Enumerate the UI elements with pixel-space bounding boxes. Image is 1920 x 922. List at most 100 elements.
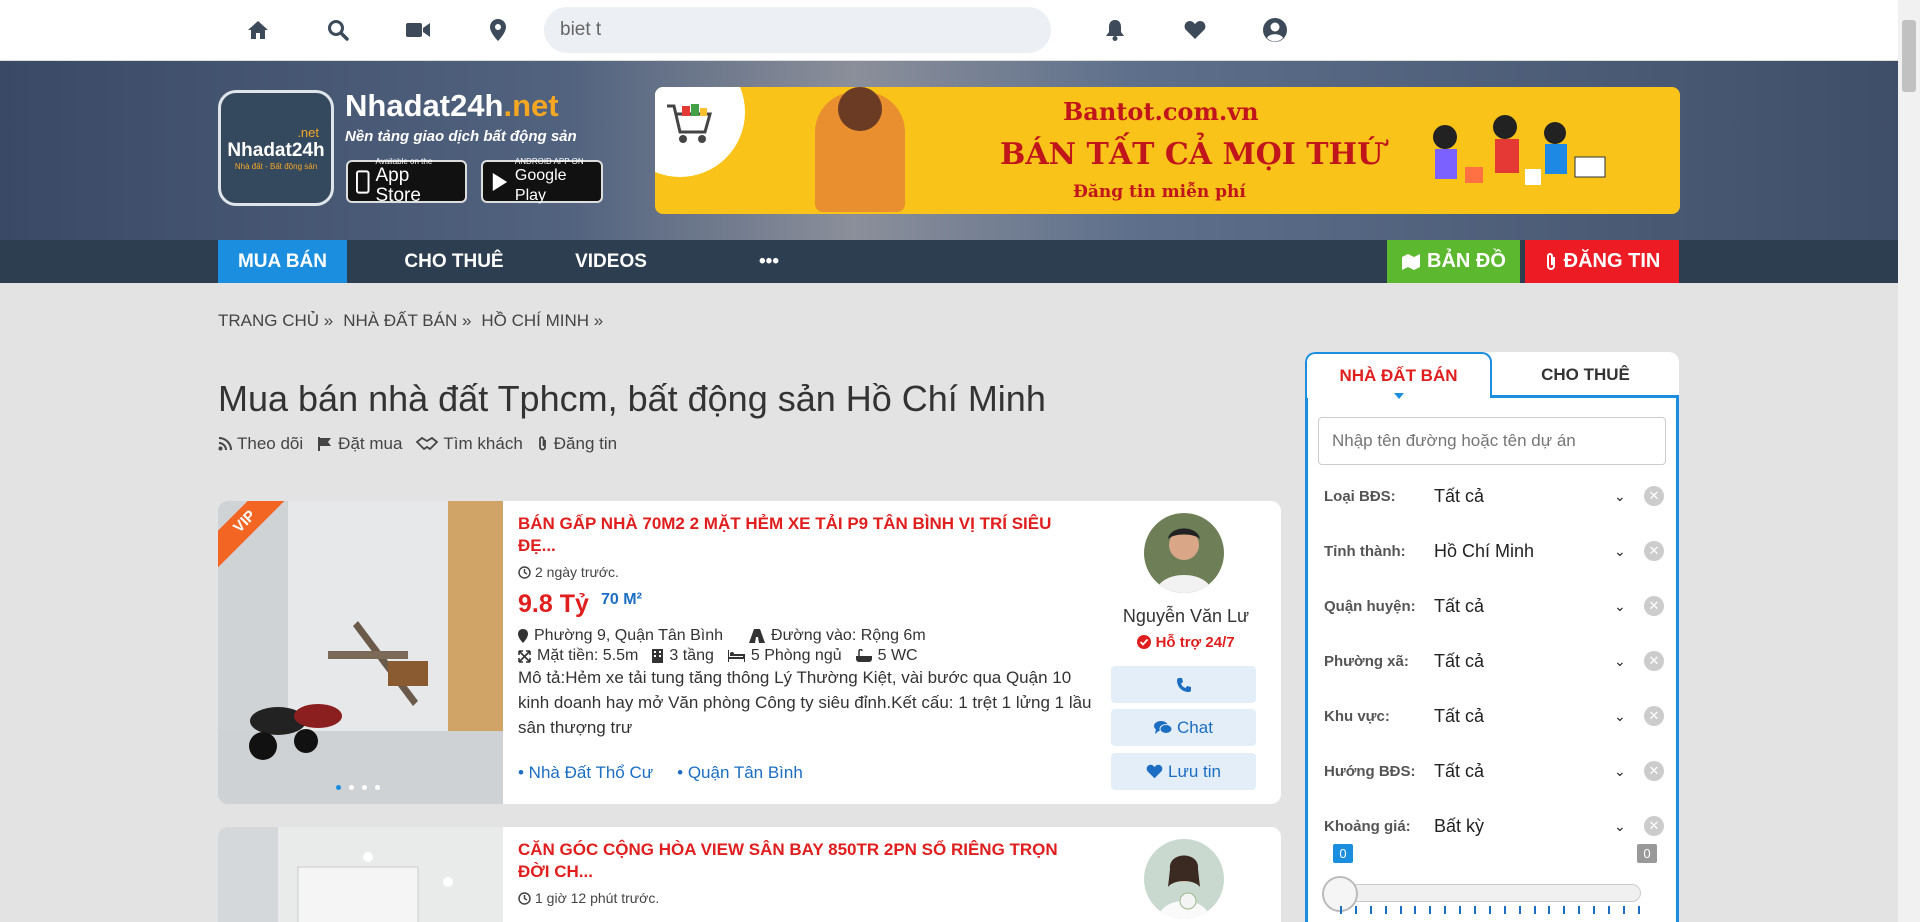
find-client-action[interactable]: Tìm khách [416, 434, 523, 454]
listing-road: Đường vào: Rộng 6m [749, 627, 926, 645]
filter-direction[interactable]: Hướng BĐS: Tất cả ⌄ ✕ [1324, 756, 1664, 786]
filter-province[interactable]: Tỉnh thành: Hồ Chí Minh ⌄ ✕ [1324, 536, 1664, 566]
tab-cho-thue[interactable]: CHO THUÊ [1492, 352, 1679, 398]
agent-avatar[interactable] [1144, 513, 1224, 593]
banner-line1: Bantot.com.vn [1063, 97, 1259, 126]
clear-icon[interactable]: ✕ [1644, 651, 1664, 671]
post-action[interactable]: Đăng tin [537, 434, 617, 454]
nav-videos[interactable]: VIDEOS [557, 240, 665, 283]
filter-ward[interactable]: Phường xã: Tất cả ⌄ ✕ [1324, 646, 1664, 676]
map-button[interactable]: BẢN ĐỒ [1387, 240, 1520, 283]
crumb-nha-dat-ban[interactable]: NHÀ ĐẤT BÁN » [343, 311, 471, 331]
search-icon[interactable] [325, 17, 351, 43]
listing-area: 70 M² [601, 591, 642, 608]
range-min-label: 0 [1333, 844, 1353, 863]
filter-price-range[interactable]: Khoảng giá: Bất kỳ ⌄ ✕ [1324, 811, 1664, 841]
filter-district[interactable]: Quận huyện: Tất cả ⌄ ✕ [1324, 591, 1664, 621]
chevron-down-icon: ⌄ [1614, 652, 1626, 669]
save-listing-button[interactable]: Lưu tin [1111, 753, 1256, 790]
map-marker-icon [518, 629, 528, 643]
video-icon[interactable] [405, 17, 431, 43]
price-slider[interactable] [1322, 876, 1641, 912]
nav-more[interactable]: ••• [745, 240, 793, 283]
appstore-button[interactable]: Available on the App Store [346, 157, 467, 206]
clear-icon[interactable]: ✕ [1644, 816, 1664, 836]
listing-title[interactable]: CĂN GÓC CỘNG HÒA VIEW SÂN BAY 850TR 2PN … [518, 839, 1088, 883]
listing-location: Phường 9, Quận Tân Bình [518, 627, 723, 645]
chat-icon [1154, 721, 1173, 734]
logo-net: .net [297, 125, 319, 140]
rss-icon [218, 437, 232, 451]
page-title: Mua bán nhà đất Tphcm, bất động sản Hồ C… [218, 378, 1046, 419]
tab-nha-dat-ban[interactable]: NHÀ ĐẤT BÁN [1305, 352, 1492, 398]
listing-meta-row2: Mặt tiền: 5.5m 3 tầng 5 Phòng ngủ 5 WC [518, 647, 918, 665]
listing-floors: 3 tầng [652, 647, 714, 665]
follow-action[interactable]: Theo dõi [218, 434, 303, 454]
nav-cho-thue[interactable]: CHO THUÊ [385, 240, 523, 283]
home-icon[interactable] [245, 17, 271, 43]
clear-icon[interactable]: ✕ [1644, 706, 1664, 726]
crumb-ho-chi-minh[interactable]: HỒ CHÍ MINH » [481, 311, 603, 331]
banner-line3: Đăng tin miễn phí [1073, 182, 1246, 202]
filter-property-type[interactable]: Loại BĐS: Tất cả ⌄ ✕ [1324, 481, 1664, 511]
clock-icon [518, 565, 531, 579]
chevron-down-icon: ⌄ [1614, 597, 1626, 614]
support-badge: Hỗ trợ 24/7 [1098, 634, 1274, 651]
chevron-down-icon: ⌄ [1614, 762, 1626, 779]
play-icon [492, 172, 508, 191]
shopping-cart-icon [667, 104, 712, 143]
nav-mua-ban[interactable]: MUA BÁN [218, 240, 347, 283]
logo-name: Nhadat24h [227, 140, 325, 161]
page-scrollbar[interactable] [1898, 0, 1920, 922]
listing-frontage: Mặt tiền: 5.5m [518, 647, 638, 665]
agent-name[interactable]: Nguyễn Văn Lư [1098, 606, 1274, 627]
flag-icon [318, 437, 332, 451]
listing-tags: • Nhà Đất Thổ Cư • Quận Tân Bình [518, 763, 803, 783]
filter-panel: NHÀ ĐẤT BÁN CHO THUÊ Loại BĐS:Tất cả ⌄✕ … [1305, 352, 1679, 922]
user-icon[interactable] [1262, 17, 1288, 43]
range-max-label: 0 [1637, 844, 1657, 863]
scrollbar-thumb[interactable] [1902, 20, 1916, 92]
clear-icon[interactable]: ✕ [1644, 486, 1664, 506]
clock-icon [518, 891, 531, 905]
clear-icon[interactable]: ✕ [1644, 596, 1664, 616]
listing-wc: 5 WC [855, 647, 918, 665]
logo-tagline: Nhà đất - Bất động sản [234, 162, 318, 171]
paperclip-icon [538, 436, 546, 451]
clear-icon[interactable]: ✕ [1644, 761, 1664, 781]
order-action[interactable]: Đặt mua [317, 434, 402, 454]
listing-bedrooms: 5 Phòng ngủ [727, 647, 842, 665]
bed-icon [727, 650, 745, 662]
banner-model-head [838, 87, 882, 131]
listing-photo[interactable]: VIP [218, 501, 503, 804]
listing-card[interactable]: CĂN GÓC CỘNG HÒA VIEW SÂN BAY 850TR 2PN … [218, 827, 1281, 922]
filter-area[interactable]: Khu vực: Tất cả ⌄ ✕ [1324, 701, 1664, 731]
call-button[interactable] [1111, 666, 1256, 703]
clear-icon[interactable]: ✕ [1644, 541, 1664, 561]
search-input[interactable] [544, 7, 1051, 53]
crumb-home[interactable]: TRANG CHỦ » [218, 311, 333, 331]
street-project-search[interactable] [1318, 417, 1666, 465]
banner-line2: BÁN TẤT CẢ MỌI THỨ [1000, 137, 1384, 172]
map-marker-icon[interactable] [485, 17, 511, 43]
googleplay-button[interactable]: ANDROID APP ON Google Play [481, 157, 603, 204]
photo-pager[interactable] [336, 785, 380, 790]
tag-district[interactable]: • Quận Tân Bình [677, 763, 803, 783]
listing-card[interactable]: VIP BÁN GẤP NHÀ 70M2 2 MẶT HẺM XE TẢI P9… [218, 501, 1281, 804]
filter-tabs: NHÀ ĐẤT BÁN CHO THUÊ [1305, 352, 1679, 399]
heart-icon[interactable] [1182, 17, 1208, 43]
site-logo[interactable]: .net Nhadat24h Nhà đất - Bất động sản [218, 90, 334, 206]
post-listing-button[interactable]: ĐĂNG TIN [1525, 240, 1679, 283]
ad-banner[interactable]: Bantot.com.vn BÁN TẤT CẢ MỌI THỨ Đăng ti… [655, 87, 1680, 214]
agent-avatar[interactable] [1144, 839, 1224, 919]
listing-photo[interactable] [218, 827, 503, 922]
bell-icon[interactable] [1102, 17, 1128, 43]
bathtub-icon [855, 649, 872, 662]
map-icon [1402, 253, 1421, 270]
breadcrumb: TRANG CHỦ » NHÀ ĐẤT BÁN » HỒ CHÍ MINH » [218, 311, 603, 331]
tag-category[interactable]: • Nhà Đất Thổ Cư [518, 763, 653, 783]
listing-title[interactable]: BÁN GẤP NHÀ 70M2 2 MẶT HẺM XE TẢI P9 TÂN… [518, 513, 1088, 557]
shoppers-illustration [1433, 115, 1606, 185]
main-nav: MUA BÁN CHO THUÊ VIDEOS ••• BẢN ĐỒ ĐĂNG … [0, 240, 1898, 283]
chat-button[interactable]: Chat [1111, 709, 1256, 746]
